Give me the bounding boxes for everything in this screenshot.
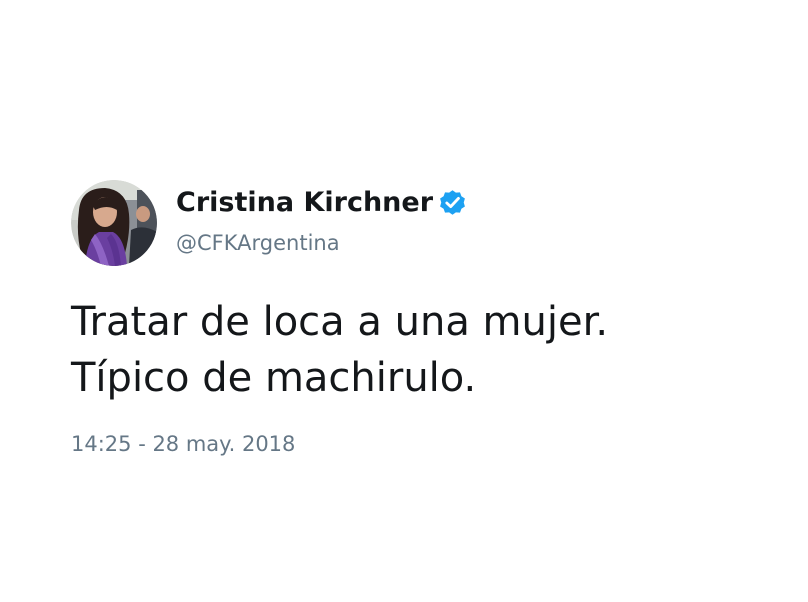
- tweet-text-line: Típico de machirulo.: [71, 355, 477, 401]
- tweet-timestamp[interactable]: 14:25 - 28 may. 2018: [71, 429, 295, 459]
- author-display-name[interactable]: Cristina Kirchner: [176, 184, 433, 222]
- verified-badge-icon: [440, 190, 465, 215]
- avatar[interactable]: [71, 180, 157, 266]
- tweet-card: Cristina Kirchner @CFKArgentina Tratar d…: [0, 0, 808, 602]
- tweet-text-line: Tratar de loca a una mujer.: [71, 299, 609, 345]
- author-handle[interactable]: @CFKArgentina: [176, 228, 340, 258]
- avatar-photo: [71, 180, 157, 266]
- tweet-text: Tratar de loca a una mujer. Típico de ma…: [71, 294, 791, 406]
